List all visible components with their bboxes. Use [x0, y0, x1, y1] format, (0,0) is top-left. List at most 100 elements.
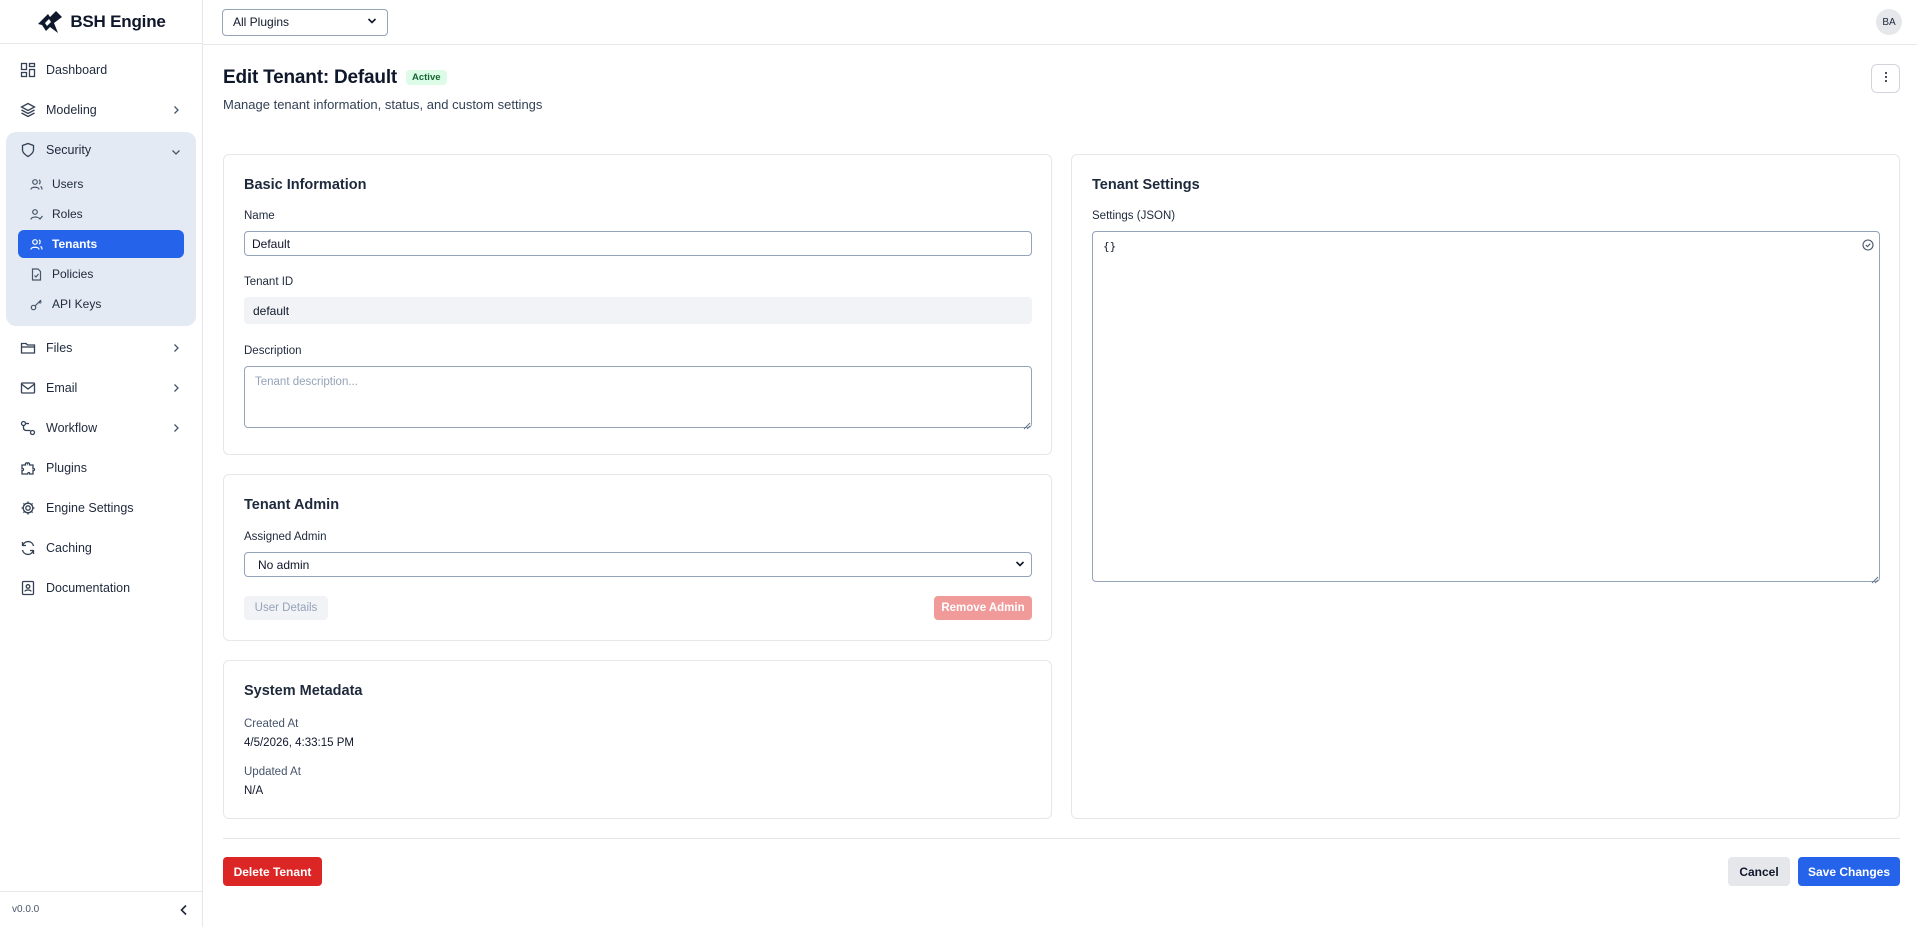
sidebar-item-documentation[interactable]: Documentation [6, 568, 196, 608]
chevron-right-icon [170, 104, 182, 116]
sidebar-item-modeling[interactable]: Modeling [6, 90, 196, 130]
brand[interactable]: BSH Engine [0, 0, 202, 44]
user-check-icon [30, 208, 43, 221]
sidebar-subitem-api-keys[interactable]: API Keys [18, 290, 184, 318]
sidebar-nav: Dashboard Modeling Security Users Roles [0, 44, 202, 614]
refresh-icon [20, 540, 36, 556]
system-metadata-card: System Metadata Created At 4/5/2026, 4:3… [223, 660, 1052, 819]
folder-icon [20, 340, 36, 356]
created-at-label: Created At [244, 718, 299, 730]
assigned-admin-select[interactable]: No admin [244, 552, 1032, 577]
sidebar-item-label: Workflow [46, 421, 98, 435]
sidebar-item-label: Email [46, 381, 78, 395]
chevron-right-icon [170, 342, 182, 354]
security-group: Security Users Roles Tenants Policies AP… [6, 132, 196, 326]
sidebar-item-label: Modeling [46, 103, 97, 117]
workflow-icon [20, 420, 36, 436]
users-icon [30, 238, 43, 251]
main-content: Edit Tenant: Default Active Manage tenan… [223, 45, 1900, 886]
plugin-filter-value: All Plugins [233, 15, 290, 29]
save-changes-button[interactable]: Save Changes [1798, 857, 1900, 886]
collapse-sidebar-icon[interactable] [177, 903, 191, 917]
sidebar-item-label: Documentation [46, 581, 131, 595]
settings-json-label: Settings (JSON) [1092, 210, 1176, 222]
description-label: Description [244, 345, 302, 357]
more-actions-button[interactable] [1871, 64, 1900, 93]
gear-icon [20, 500, 36, 516]
check-circle-icon [1862, 239, 1874, 251]
shield-icon [20, 142, 36, 158]
chevron-right-icon [170, 422, 182, 434]
book-user-icon [20, 580, 36, 596]
sidebar-footer: v0.0.0 [0, 891, 203, 927]
file-check-icon [30, 267, 43, 281]
sidebar-subitem-label: API Keys [52, 297, 102, 311]
sidebar: BSH Engine Dashboard Modeling Security U… [0, 0, 203, 927]
remove-admin-button[interactable]: Remove Admin [934, 596, 1032, 620]
page-subtitle: Manage tenant information, status, and c… [223, 97, 543, 112]
bsh-logo-icon [36, 8, 64, 36]
updated-at-label: Updated At [244, 766, 301, 778]
user-avatar[interactable]: BA [1876, 9, 1902, 35]
layers-icon [20, 102, 36, 118]
chevron-down-icon [367, 15, 377, 29]
name-label: Name [244, 210, 275, 222]
delete-tenant-button[interactable]: Delete Tenant [223, 857, 322, 886]
sidebar-subitem-label: Policies [52, 267, 94, 281]
sidebar-item-dashboard[interactable]: Dashboard [6, 50, 196, 90]
sidebar-item-label: Security [46, 143, 92, 157]
card-title: Tenant Settings [1092, 177, 1200, 193]
basic-information-card: Basic Information Name Default Tenant ID… [223, 154, 1052, 455]
key-icon [30, 298, 43, 311]
sidebar-item-workflow[interactable]: Workflow [6, 408, 196, 448]
resize-handle-icon[interactable] [1871, 572, 1879, 584]
sidebar-item-plugins[interactable]: Plugins [6, 448, 196, 488]
tenant-admin-card: Tenant Admin Assigned Admin No admin Use… [223, 474, 1052, 641]
brand-name: BSH Engine [70, 11, 166, 31]
sidebar-item-files[interactable]: Files [6, 328, 196, 368]
settings-json-editor[interactable]: {} [1092, 231, 1880, 582]
page-header: Edit Tenant: Default Active Manage tenan… [223, 45, 1900, 155]
chevron-down-icon [170, 146, 182, 158]
sidebar-subitem-label: Users [52, 177, 84, 191]
updated-at-value: N/A [244, 785, 264, 797]
sidebar-subitem-tenants[interactable]: Tenants [18, 230, 184, 258]
resize-handle-icon[interactable] [1023, 418, 1031, 430]
sidebar-item-label: Engine Settings [46, 501, 134, 515]
name-input[interactable]: Default [244, 231, 1032, 256]
sidebar-subitem-label: Roles [52, 207, 83, 221]
sidebar-item-caching[interactable]: Caching [6, 528, 196, 568]
users-icon [30, 178, 43, 191]
sidebar-subitem-roles[interactable]: Roles [18, 200, 184, 228]
chevron-down-icon [1015, 558, 1025, 572]
sidebar-item-label: Dashboard [46, 63, 108, 77]
sidebar-item-engine-settings[interactable]: Engine Settings [6, 488, 196, 528]
chevron-right-icon [170, 382, 182, 394]
card-title: System Metadata [244, 683, 363, 699]
dashboard-icon [20, 62, 36, 78]
settings-json-value: {} [1103, 240, 1117, 253]
sidebar-subitem-users[interactable]: Users [18, 170, 184, 198]
assigned-admin-label: Assigned Admin [244, 531, 327, 543]
sidebar-subitem-label: Tenants [52, 237, 98, 251]
tenant-id-field: default [244, 297, 1032, 324]
assigned-admin-value: No admin [258, 557, 310, 572]
sidebar-subitem-policies[interactable]: Policies [18, 260, 184, 288]
footer-divider [223, 838, 1900, 839]
sidebar-item-label: Files [46, 341, 73, 355]
cancel-button[interactable]: Cancel [1728, 857, 1790, 886]
sidebar-item-security[interactable]: Security [6, 132, 196, 168]
card-title: Tenant Admin [244, 497, 340, 513]
plugin-filter-select[interactable]: All Plugins [222, 8, 388, 36]
sidebar-item-email[interactable]: Email [6, 368, 196, 408]
tenant-id-label: Tenant ID [244, 276, 294, 288]
topbar: All Plugins BA [203, 0, 1917, 45]
card-title: Basic Information [244, 177, 367, 193]
user-details-button[interactable]: User Details [244, 596, 328, 620]
description-textarea[interactable]: Tenant description... [244, 366, 1032, 428]
sidebar-item-label: Caching [46, 541, 92, 555]
more-vertical-icon [1884, 71, 1888, 86]
puzzle-icon [20, 460, 36, 476]
tenant-settings-card: Tenant Settings Settings (JSON) {} [1071, 154, 1900, 819]
page-title: Edit Tenant: Default [223, 67, 398, 88]
